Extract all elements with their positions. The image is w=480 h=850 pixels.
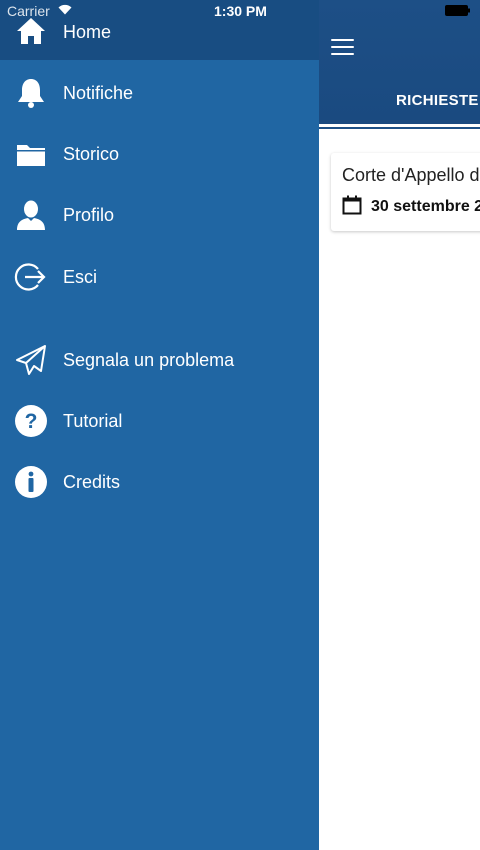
menu-item-segnala-problema[interactable]: Segnala un problema	[0, 333, 319, 385]
logout-icon	[14, 263, 46, 291]
user-icon	[17, 200, 45, 230]
paper-plane-icon	[16, 345, 46, 375]
menu-item-credits[interactable]: Credits	[0, 455, 319, 507]
svg-text:?: ?	[25, 410, 38, 433]
menu-item-esci[interactable]: Esci	[0, 250, 319, 302]
menu-item-notifiche[interactable]: Notifiche	[0, 66, 319, 118]
folder-icon	[17, 145, 45, 166]
carrier-label: Carrier	[7, 3, 50, 19]
menu-label-tutorial: Tutorial	[63, 411, 123, 431]
battery-icon	[445, 5, 470, 16]
header-divider	[319, 127, 480, 129]
request-card[interactable]: Corte d'Appello d 30 settembre 2	[331, 153, 480, 231]
navigation-drawer: Home Notifiche Storico Profilo Esci Segn…	[0, 0, 319, 850]
menu-item-profilo[interactable]: Profilo	[0, 188, 319, 240]
status-time: 1:30 PM	[214, 3, 267, 19]
calendar-icon	[342, 195, 362, 215]
hamburger-menu-icon[interactable]	[331, 39, 354, 57]
bell-icon	[18, 79, 44, 108]
menu-label-notifiche: Notifiche	[63, 83, 134, 103]
card-date: 30 settembre 2	[371, 198, 480, 215]
menu-label-segnala-problema: Segnala un problema	[63, 350, 235, 370]
menu-label-esci: Esci	[63, 267, 98, 287]
question-circle-icon: ?	[15, 405, 47, 437]
menu-label-storico: Storico	[63, 144, 120, 164]
menu-label-profilo: Profilo	[63, 205, 115, 225]
menu-item-storico[interactable]: Storico	[0, 127, 319, 179]
card-title: Corte d'Appello d	[342, 165, 480, 185]
wifi-icon	[58, 4, 72, 15]
menu-label-credits: Credits	[63, 472, 121, 492]
menu-label-home: Home	[63, 22, 112, 42]
menu-item-tutorial[interactable]: ? Tutorial	[0, 394, 319, 446]
status-bar: Carrier 1:30 PM	[0, 0, 480, 22]
tab-richieste[interactable]: RICHIESTE	[396, 92, 479, 109]
info-circle-icon	[15, 466, 47, 498]
